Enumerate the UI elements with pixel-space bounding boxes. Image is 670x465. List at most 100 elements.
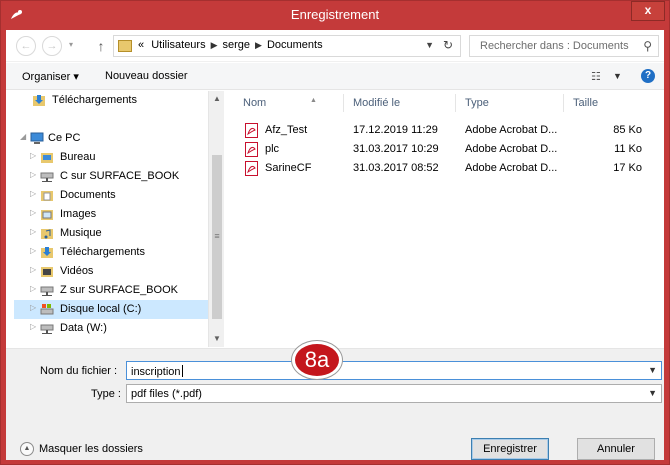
sidebar-item-downloads-2[interactable]: ▷ Téléchargements — [30, 243, 208, 262]
expand-chevron-icon[interactable]: ▷ — [30, 189, 36, 198]
sidebar-item-c-surface-book[interactable]: ▷ C sur SURFACE_BOOK — [30, 167, 208, 186]
file-row[interactable]: SarineCF 31.03.2017 08:52 Adobe Acrobat … — [225, 159, 664, 178]
file-name: SarineCF — [265, 162, 312, 174]
step-annotation-badge: 8a — [292, 341, 342, 379]
breadcrumb: « Utilisateurs ▶ serge ▶ Documents — [138, 39, 323, 51]
filename-value: inscription — [131, 366, 181, 378]
expand-chevron-icon[interactable]: ▷ — [30, 227, 36, 236]
sidebar-item-data-w[interactable]: ▷ Data (W:) — [30, 319, 208, 338]
videos-folder-icon — [41, 267, 53, 277]
cancel-button[interactable]: Annuler — [577, 438, 655, 460]
search-box[interactable]: Rechercher dans : Documents ⚲ — [469, 35, 659, 57]
back-button[interactable]: ← — [16, 36, 36, 56]
expand-chevron-icon[interactable]: ▷ — [30, 151, 36, 160]
new-folder-button[interactable]: Nouveau dossier — [105, 70, 188, 82]
file-list: Nom ▲ Modifié le Type Taille Afz_Test 17… — [225, 91, 664, 347]
hide-folders-button[interactable]: ▲ Masquer les dossiers — [20, 442, 143, 456]
column-divider[interactable] — [343, 94, 344, 112]
file-row[interactable]: Afz_Test 17.12.2019 11:29 Adobe Acrobat … — [225, 121, 664, 140]
address-dropdown-icon[interactable]: ▼ — [425, 40, 434, 50]
sidebar-item-images[interactable]: ▷ Images — [30, 205, 208, 224]
expand-chevron-icon[interactable]: ▷ — [30, 208, 36, 217]
expand-chevron-icon[interactable]: ▷ — [30, 284, 36, 293]
network-drive-icon — [40, 324, 54, 334]
view-dropdown-icon[interactable]: ▼ — [613, 71, 622, 81]
up-folder-button[interactable]: ↑ — [92, 37, 110, 55]
sidebar-item-documents[interactable]: ▷ Documents — [30, 186, 208, 205]
expand-chevron-icon[interactable]: ▷ — [30, 303, 36, 312]
music-folder-icon — [41, 229, 53, 239]
sidebar-item-videos[interactable]: ▷ Vidéos — [30, 262, 208, 281]
folder-icon — [118, 40, 132, 52]
breadcrumb-separator-icon[interactable]: ▶ — [211, 40, 218, 50]
search-icon[interactable]: ⚲ — [643, 39, 652, 53]
view-options-icon[interactable]: ☷ — [591, 70, 601, 83]
breadcrumb-separator-icon[interactable]: ▶ — [255, 40, 262, 50]
sidebar-item-desktop[interactable]: ▷ Bureau — [30, 148, 208, 167]
column-header-name[interactable]: Nom ▲ — [243, 97, 317, 109]
expand-chevron-icon[interactable]: ▷ — [30, 170, 36, 179]
search-input[interactable]: Rechercher dans : Documents — [480, 40, 629, 52]
file-modified: 31.03.2017 08:52 — [353, 162, 439, 174]
command-toolbar: Organiser ▾ Nouveau dossier ☷ ▼ ? — [6, 63, 664, 90]
breadcrumb-item-utilisateurs[interactable]: Utilisateurs — [151, 39, 205, 51]
filename-field[interactable]: inscription ▼ — [126, 361, 662, 380]
window-title: Enregistrement — [290, 7, 380, 22]
file-type: Adobe Acrobat D... — [465, 124, 558, 136]
scroll-up-icon[interactable]: ▲ — [209, 91, 225, 107]
recent-locations-chevron-icon[interactable]: ▾ — [66, 36, 76, 56]
organize-menu-button[interactable]: Organiser ▾ — [22, 70, 79, 83]
sidebar-item-music[interactable]: ▷ Musique — [30, 224, 208, 243]
sidebar-item-downloads[interactable]: Téléchargements — [22, 91, 202, 110]
sidebar-item-z-surface-book[interactable]: ▷ Z sur SURFACE_BOOK — [30, 281, 208, 300]
type-label: Type : — [91, 388, 121, 400]
refresh-icon[interactable]: ↻ — [443, 38, 453, 52]
expand-chevron-icon[interactable]: ◢ — [20, 132, 26, 141]
sidebar-item-this-pc[interactable]: ◢ Ce PC — [20, 129, 200, 148]
column-divider[interactable] — [563, 94, 564, 112]
file-modified: 17.12.2019 11:29 — [353, 124, 438, 136]
save-options-panel: Nom du fichier : inscription ▼ 8a Type :… — [6, 341, 664, 460]
text-cursor — [181, 365, 183, 377]
breadcrumb-item-documents[interactable]: Documents — [267, 39, 323, 51]
column-header-type[interactable]: Type — [465, 97, 489, 109]
expand-chevron-icon[interactable]: ▷ — [30, 246, 36, 255]
expand-chevron-icon[interactable]: ▷ — [30, 265, 36, 274]
computer-icon — [30, 132, 44, 144]
file-row[interactable]: plc 31.03.2017 10:29 Adobe Acrobat D... … — [225, 140, 664, 159]
address-bar[interactable]: « Utilisateurs ▶ serge ▶ Documents ▼ ↻ — [113, 35, 461, 57]
file-modified: 31.03.2017 10:29 — [353, 143, 439, 155]
filename-label: Nom du fichier : — [40, 365, 118, 377]
pdf-file-icon — [245, 161, 258, 176]
file-size: 17 Ko — [613, 162, 642, 174]
expand-chevron-icon[interactable]: ▷ — [30, 322, 36, 331]
chevron-up-icon: ▲ — [20, 442, 34, 456]
column-header-modified[interactable]: Modifié le — [353, 97, 400, 109]
hide-folders-label: Masquer les dossiers — [39, 442, 143, 455]
file-size: 85 Ko — [613, 124, 642, 136]
breadcrumb-overflow[interactable]: « — [138, 39, 144, 51]
file-type-dropdown-icon[interactable]: ▼ — [648, 388, 657, 398]
file-size: 11 Ko — [614, 143, 642, 155]
downloads-icon — [33, 95, 45, 106]
pdf-file-icon — [245, 142, 258, 157]
pdf-file-icon — [245, 123, 258, 138]
file-type-select[interactable]: pdf files (*.pdf) ▼ — [126, 384, 662, 403]
column-header-size[interactable]: Taille — [573, 97, 598, 109]
scrollbar-thumb[interactable]: ≡ — [212, 155, 222, 319]
breadcrumb-item-serge[interactable]: serge — [223, 39, 251, 51]
column-divider[interactable] — [455, 94, 456, 112]
close-button[interactable]: x — [631, 1, 665, 21]
save-dialog: Enregistrement x ← → ▾ ↑ « Utilisateurs ▶… — [0, 0, 670, 465]
dialog-client: ← → ▾ ↑ « Utilisateurs ▶ serge ▶ Documents ▼… — [6, 30, 664, 460]
title-bar[interactable]: Enregistrement x — [1, 1, 669, 30]
scroll-down-icon[interactable]: ▼ — [209, 331, 225, 347]
help-icon[interactable]: ? — [641, 69, 655, 83]
sidebar-scrollbar[interactable]: ▲ ≡ ▼ — [208, 91, 224, 347]
sidebar-item-local-disk-c[interactable]: ▷ Disque local (C:) — [14, 300, 208, 319]
filename-dropdown-icon[interactable]: ▼ — [648, 365, 657, 375]
pictures-folder-icon — [41, 210, 53, 220]
forward-button[interactable]: → — [42, 36, 62, 56]
desktop-folder-icon — [41, 153, 53, 163]
save-button[interactable]: Enregistrer — [471, 438, 549, 460]
